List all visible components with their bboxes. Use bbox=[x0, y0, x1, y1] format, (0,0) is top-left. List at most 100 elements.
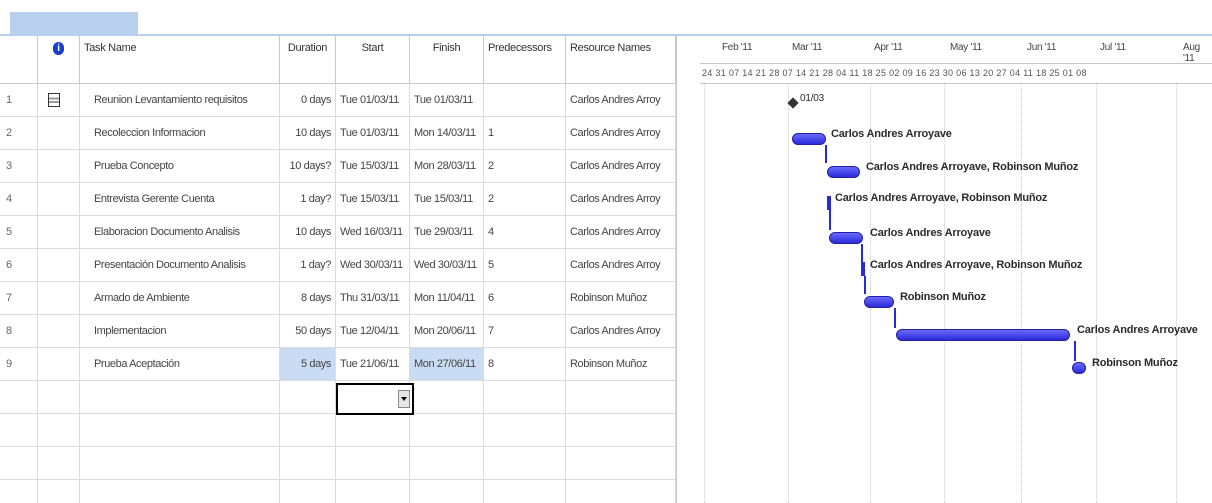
predecessors[interactable]: 2 bbox=[484, 150, 566, 182]
resource-names[interactable]: Carlos Andres Arroy bbox=[566, 84, 676, 116]
task-row[interactable]: 4 Entrevista Gerente Cuenta 1 day? Tue 1… bbox=[0, 183, 676, 216]
duration[interactable]: 50 days bbox=[280, 315, 336, 347]
duration[interactable]: 1 day? bbox=[280, 183, 336, 215]
predecessors[interactable]: 8 bbox=[484, 348, 566, 380]
finish[interactable] bbox=[410, 381, 484, 413]
task-bar[interactable] bbox=[861, 262, 865, 276]
predecessors[interactable]: 2 bbox=[484, 183, 566, 215]
start[interactable]: Tue 01/03/11 bbox=[336, 117, 410, 149]
start[interactable]: Wed 30/03/11 bbox=[336, 249, 410, 281]
predecessors[interactable]: 1 bbox=[484, 117, 566, 149]
resource-names[interactable] bbox=[566, 447, 676, 479]
task-name[interactable]: Implementacion bbox=[80, 315, 280, 347]
finish[interactable]: Tue 29/03/11 bbox=[410, 216, 484, 248]
task-name[interactable] bbox=[80, 447, 280, 479]
predecessors[interactable] bbox=[484, 480, 566, 503]
task-name[interactable] bbox=[80, 381, 280, 413]
task-name[interactable]: Armado de Ambiente bbox=[80, 282, 280, 314]
empty-row[interactable] bbox=[0, 414, 676, 447]
predecessors[interactable]: 5 bbox=[484, 249, 566, 281]
finish[interactable]: Mon 28/03/11 bbox=[410, 150, 484, 182]
duration[interactable]: 8 days bbox=[280, 282, 336, 314]
duration[interactable] bbox=[280, 414, 336, 446]
resource-names[interactable]: Carlos Andres Arroy bbox=[566, 150, 676, 182]
duration[interactable]: 10 days bbox=[280, 216, 336, 248]
start[interactable] bbox=[336, 480, 410, 503]
duration[interactable] bbox=[280, 447, 336, 479]
task-bar[interactable] bbox=[896, 329, 1070, 341]
finish-header[interactable]: Finish bbox=[410, 36, 484, 84]
task-bar[interactable] bbox=[829, 232, 863, 244]
predecessors[interactable] bbox=[484, 84, 566, 116]
task-name-header[interactable]: Task Name bbox=[80, 36, 280, 84]
duration[interactable]: 10 days bbox=[280, 117, 336, 149]
duration[interactable] bbox=[280, 480, 336, 503]
task-row[interactable]: 9 Prueba Aceptación 5 days Tue 21/06/11 … bbox=[0, 348, 676, 381]
finish[interactable]: Mon 14/03/11 bbox=[410, 117, 484, 149]
start[interactable]: Wed 16/03/11 bbox=[336, 216, 410, 248]
predecessors[interactable] bbox=[484, 447, 566, 479]
finish[interactable]: Tue 01/03/11 bbox=[410, 84, 484, 116]
task-name[interactable] bbox=[80, 480, 280, 503]
task-row[interactable]: 7 Armado de Ambiente 8 days Thu 31/03/11… bbox=[0, 282, 676, 315]
finish[interactable] bbox=[410, 414, 484, 446]
task-bar[interactable] bbox=[792, 133, 826, 145]
finish[interactable]: Tue 15/03/11 bbox=[410, 183, 484, 215]
start-header[interactable]: Start bbox=[336, 36, 410, 84]
finish[interactable]: Mon 11/04/11 bbox=[410, 282, 484, 314]
predecessors[interactable]: 6 bbox=[484, 282, 566, 314]
predecessors-header[interactable]: Predecessors bbox=[484, 36, 566, 84]
view-tab[interactable] bbox=[10, 12, 138, 36]
task-bar[interactable] bbox=[1072, 362, 1086, 374]
duration-header[interactable]: Duration bbox=[280, 36, 336, 84]
resource-names[interactable]: Carlos Andres Arroy bbox=[566, 183, 676, 215]
predecessors[interactable] bbox=[484, 414, 566, 446]
duration[interactable]: 5 days bbox=[280, 348, 336, 380]
resource-names[interactable]: Carlos Andres Arroy bbox=[566, 315, 676, 347]
start[interactable]: Tue 01/03/11 bbox=[336, 84, 410, 116]
start[interactable]: Tue 15/03/11 bbox=[336, 150, 410, 182]
resource-names[interactable]: Carlos Andres Arroy bbox=[566, 117, 676, 149]
task-name[interactable]: Presentación Documento Analisis bbox=[80, 249, 280, 281]
duration[interactable]: 10 days? bbox=[280, 150, 336, 182]
task-bar[interactable] bbox=[827, 166, 860, 178]
task-name[interactable]: Prueba Concepto bbox=[80, 150, 280, 182]
task-row[interactable]: 2 Recoleccion Informacion 10 days Tue 01… bbox=[0, 117, 676, 150]
task-name[interactable] bbox=[80, 414, 280, 446]
empty-row[interactable] bbox=[0, 447, 676, 480]
task-row[interactable]: 3 Prueba Concepto 10 days? Tue 15/03/11 … bbox=[0, 150, 676, 183]
info-column-header[interactable]: i bbox=[38, 36, 80, 84]
predecessors[interactable]: 7 bbox=[484, 315, 566, 347]
finish[interactable]: Mon 27/06/11 bbox=[410, 348, 484, 380]
start[interactable] bbox=[336, 447, 410, 479]
milestone-diamond[interactable] bbox=[787, 97, 799, 109]
resource-names[interactable]: Carlos Andres Arroy bbox=[566, 216, 676, 248]
task-name[interactable]: Prueba Aceptación bbox=[80, 348, 280, 380]
start[interactable]: Tue 12/04/11 bbox=[336, 315, 410, 347]
resource-names[interactable] bbox=[566, 414, 676, 446]
task-row[interactable]: 5 Elaboracion Documento Analisis 10 days… bbox=[0, 216, 676, 249]
task-name[interactable]: Recoleccion Informacion bbox=[80, 117, 280, 149]
duration[interactable]: 1 day? bbox=[280, 249, 336, 281]
finish[interactable] bbox=[410, 447, 484, 479]
predecessors[interactable] bbox=[484, 381, 566, 413]
resource-names[interactable] bbox=[566, 381, 676, 413]
resource-names[interactable]: Robinson Muñoz bbox=[566, 282, 676, 314]
task-row[interactable]: 6 Presentación Documento Analisis 1 day?… bbox=[0, 249, 676, 282]
task-row[interactable]: 1 Reunion Levantamiento requisitos 0 day… bbox=[0, 84, 676, 117]
start-date-picker[interactable] bbox=[336, 383, 414, 415]
finish[interactable]: Mon 20/06/11 bbox=[410, 315, 484, 347]
start[interactable]: Tue 15/03/11 bbox=[336, 183, 410, 215]
task-name[interactable]: Reunion Levantamiento requisitos bbox=[80, 84, 280, 116]
start[interactable] bbox=[336, 414, 410, 446]
resource-names[interactable]: Robinson Muñoz bbox=[566, 348, 676, 380]
task-row[interactable]: 8 Implementacion 50 days Tue 12/04/11 Mo… bbox=[0, 315, 676, 348]
duration[interactable]: 0 days bbox=[280, 84, 336, 116]
task-bar[interactable] bbox=[827, 196, 831, 210]
pane-splitter[interactable] bbox=[676, 36, 700, 503]
predecessors[interactable]: 4 bbox=[484, 216, 566, 248]
start[interactable]: Thu 31/03/11 bbox=[336, 282, 410, 314]
resource-names[interactable]: Carlos Andres Arroy bbox=[566, 249, 676, 281]
finish[interactable] bbox=[410, 480, 484, 503]
start[interactable]: Tue 21/06/11 bbox=[336, 348, 410, 380]
